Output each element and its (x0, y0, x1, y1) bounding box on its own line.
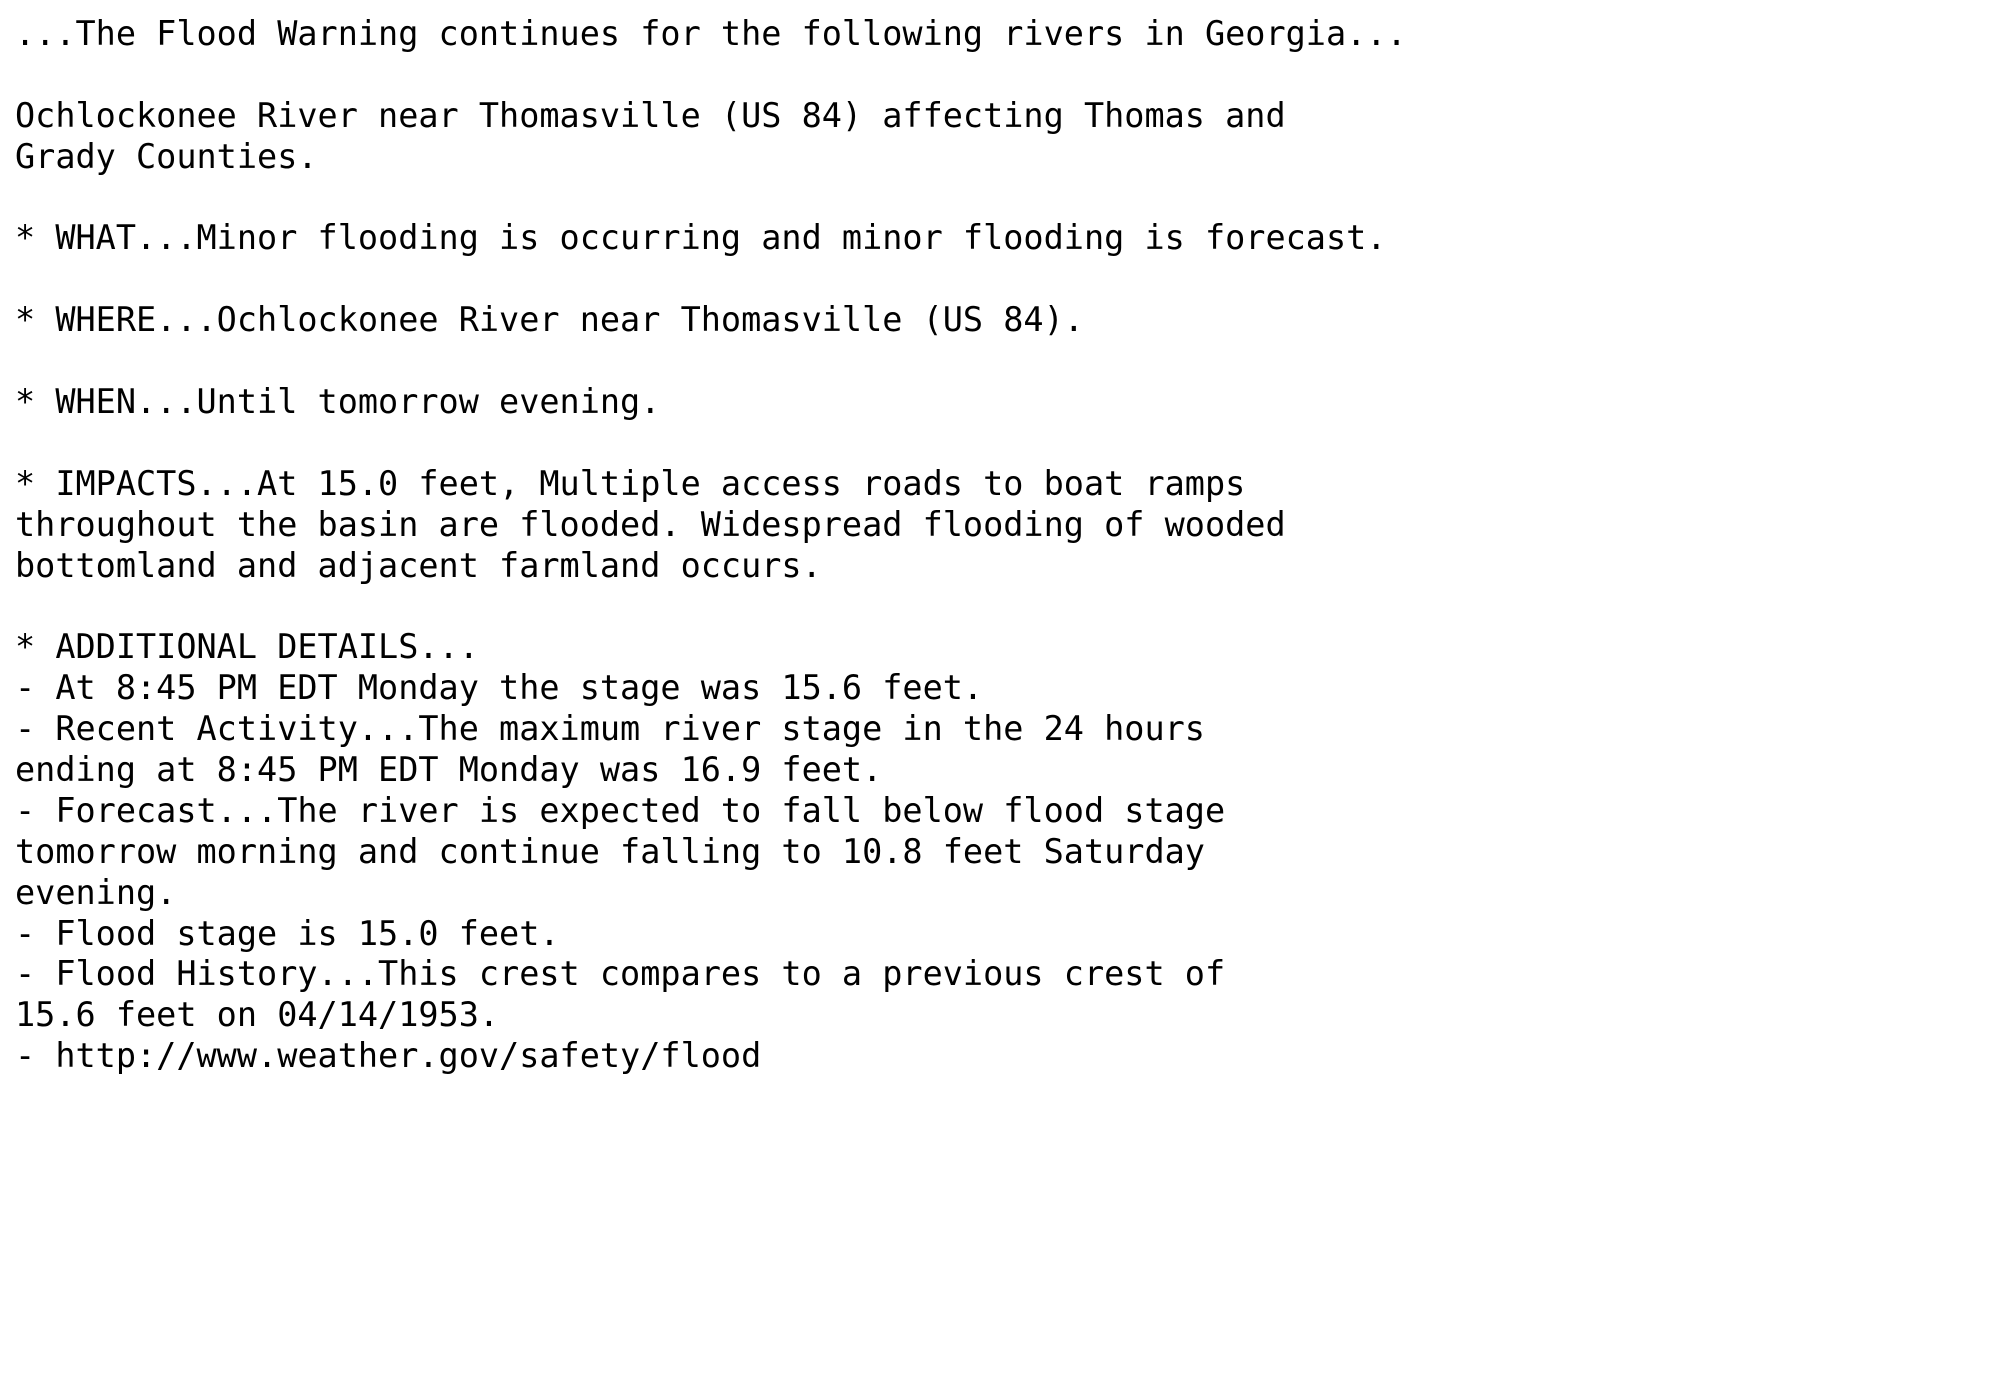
bulletin-line: * IMPACTS...At 15.0 feet, Multiple acces… (15, 463, 1246, 503)
bulletin-line: throughout the basin are flooded. Widesp… (15, 504, 1286, 544)
bulletin-line: * WHERE...Ochlockonee River near Thomasv… (15, 300, 1084, 340)
bulletin-line: evening. (15, 872, 177, 912)
bulletin-blank-line (15, 178, 1990, 219)
bulletin-line: - http://www.weather.gov/safety/flood (15, 1036, 762, 1076)
bulletin-blank-line (15, 55, 1990, 96)
bulletin-line: * WHAT...Minor flooding is occurring and… (15, 218, 1387, 258)
bulletin-blank-line (15, 341, 1990, 382)
bulletin-text-body: ...The Flood Warning continues for the f… (15, 14, 1990, 1077)
flood-warning-bulletin: ...The Flood Warning continues for the f… (0, 0, 2000, 1377)
bulletin-line: - Forecast...The river is expected to fa… (15, 790, 1226, 830)
bulletin-blank-line (15, 259, 1990, 300)
bulletin-line: - Recent Activity...The maximum river st… (15, 709, 1205, 749)
bulletin-line: Ochlockonee River near Thomasville (US 8… (15, 95, 1286, 135)
bulletin-blank-line (15, 586, 1990, 627)
bulletin-line: ...The Flood Warning continues for the f… (15, 14, 1407, 53)
bulletin-line: - At 8:45 PM EDT Monday the stage was 15… (15, 668, 984, 708)
bulletin-line: - Flood History...This crest compares to… (15, 954, 1226, 994)
bulletin-line: tomorrow morning and continue falling to… (15, 831, 1205, 871)
bulletin-line: ending at 8:45 PM EDT Monday was 16.9 fe… (15, 750, 883, 790)
bulletin-line: 15.6 feet on 04/14/1953. (15, 995, 500, 1035)
bulletin-line: * WHEN...Until tomorrow evening. (15, 382, 661, 422)
bulletin-blank-line (15, 423, 1990, 464)
bulletin-line: - Flood stage is 15.0 feet. (15, 913, 560, 953)
bulletin-line: Grady Counties. (15, 136, 318, 176)
bulletin-line: bottomland and adjacent farmland occurs. (15, 545, 822, 585)
bulletin-line: * ADDITIONAL DETAILS... (15, 627, 479, 667)
